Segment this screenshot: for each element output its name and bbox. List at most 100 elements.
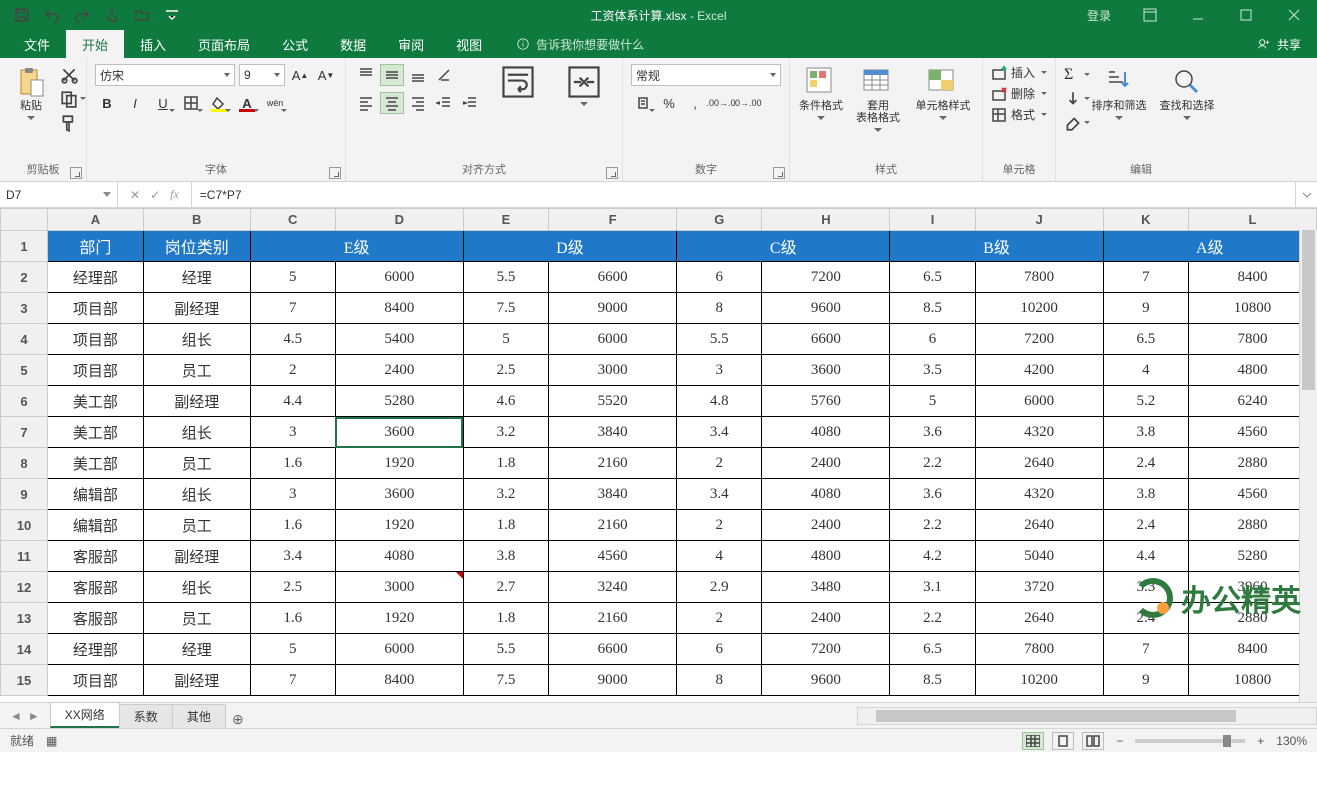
tab-view[interactable]: 视图 (440, 30, 498, 58)
cell-D12[interactable]: 3000 (335, 572, 463, 603)
cell-G13[interactable]: 2 (677, 603, 762, 634)
fill-icon[interactable] (1064, 90, 1082, 108)
save-icon[interactable] (14, 7, 30, 23)
cell-L3[interactable]: 10800 (1188, 293, 1316, 324)
sheet-tab-1[interactable]: XX网络 (50, 702, 120, 728)
formula-input[interactable]: =C7*P7 (192, 182, 1295, 207)
row-head-13[interactable]: 13 (1, 603, 48, 634)
cell-I11[interactable]: 4.2 (890, 541, 975, 572)
phonetic-button[interactable]: wén (263, 92, 287, 114)
font-dialog-launcher[interactable] (329, 167, 341, 179)
cell-J3[interactable]: 10200 (975, 293, 1103, 324)
cell-C9[interactable]: 3 (250, 479, 335, 510)
cell-A3[interactable]: 项目部 (47, 293, 143, 324)
cell-C4[interactable]: 4.5 (250, 324, 335, 355)
cell-F4[interactable]: 6000 (549, 324, 677, 355)
tab-file[interactable]: 文件 (8, 30, 66, 58)
cell-K3[interactable]: 9 (1103, 293, 1188, 324)
col-head-G[interactable]: G (677, 209, 762, 231)
row-head-2[interactable]: 2 (1, 262, 48, 293)
cell-K10[interactable]: 2.4 (1103, 510, 1188, 541)
cell-A14[interactable]: 经理部 (47, 634, 143, 665)
cell-F2[interactable]: 6600 (549, 262, 677, 293)
cell-G3[interactable]: 8 (677, 293, 762, 324)
cell-D14[interactable]: 6000 (335, 634, 463, 665)
cell-B14[interactable]: 经理 (143, 634, 250, 665)
cell-A7[interactable]: 美工部 (47, 417, 143, 448)
cell-I9[interactable]: 3.6 (890, 479, 975, 510)
format-as-table-button[interactable]: 套用 表格格式 (850, 62, 906, 132)
col-head-C[interactable]: C (250, 209, 335, 231)
cell-G8[interactable]: 2 (677, 448, 762, 479)
page-break-view-icon[interactable] (1082, 732, 1104, 750)
cell-I14[interactable]: 6.5 (890, 634, 975, 665)
cell-F15[interactable]: 9000 (549, 665, 677, 696)
cell-D9[interactable]: 3600 (335, 479, 463, 510)
format-cells-button[interactable]: 格式 (991, 106, 1047, 123)
cell-K4[interactable]: 6.5 (1103, 324, 1188, 355)
tab-insert[interactable]: 插入 (124, 30, 182, 58)
cell-I12[interactable]: 3.1 (890, 572, 975, 603)
align-right-icon[interactable] (406, 92, 430, 114)
align-left-icon[interactable] (354, 92, 378, 114)
cell-E3[interactable]: 7.5 (463, 293, 548, 324)
cell-I5[interactable]: 3.5 (890, 355, 975, 386)
tell-me-input[interactable]: 告诉我你想要做什么 (516, 30, 644, 58)
vertical-scrollbar[interactable] (1299, 230, 1317, 702)
cell-F10[interactable]: 2160 (549, 510, 677, 541)
cell-I6[interactable]: 5 (890, 386, 975, 417)
italic-button[interactable]: I (123, 92, 147, 114)
cell-F3[interactable]: 9000 (549, 293, 677, 324)
tab-home[interactable]: 开始 (66, 30, 124, 58)
cell-D15[interactable]: 8400 (335, 665, 463, 696)
cell-D5[interactable]: 2400 (335, 355, 463, 386)
cell-C14[interactable]: 5 (250, 634, 335, 665)
cell-C5[interactable]: 2 (250, 355, 335, 386)
cell-I7[interactable]: 3.6 (890, 417, 975, 448)
cell-D13[interactable]: 1920 (335, 603, 463, 634)
row-head-10[interactable]: 10 (1, 510, 48, 541)
name-box[interactable]: D7 (0, 182, 118, 207)
cell-G12[interactable]: 2.9 (677, 572, 762, 603)
cell-G14[interactable]: 6 (677, 634, 762, 665)
cell-L7[interactable]: 4560 (1188, 417, 1316, 448)
cell-H15[interactable]: 9600 (762, 665, 890, 696)
cell-H11[interactable]: 4800 (762, 541, 890, 572)
cell-E2[interactable]: 5.5 (463, 262, 548, 293)
redo-icon[interactable] (74, 7, 90, 23)
cell-E7[interactable]: 3.2 (463, 417, 548, 448)
cell-I3[interactable]: 8.5 (890, 293, 975, 324)
cell-F6[interactable]: 5520 (549, 386, 677, 417)
cell-B6[interactable]: 副经理 (143, 386, 250, 417)
cell-G4[interactable]: 5.5 (677, 324, 762, 355)
cell-I8[interactable]: 2.2 (890, 448, 975, 479)
header-cell[interactable]: A级 (1103, 231, 1316, 262)
cell-B4[interactable]: 组长 (143, 324, 250, 355)
cell-B2[interactable]: 经理 (143, 262, 250, 293)
cell-L10[interactable]: 2880 (1188, 510, 1316, 541)
cell-J9[interactable]: 4320 (975, 479, 1103, 510)
cell-H10[interactable]: 2400 (762, 510, 890, 541)
cell-C10[interactable]: 1.6 (250, 510, 335, 541)
cell-C11[interactable]: 3.4 (250, 541, 335, 572)
header-cell[interactable]: D级 (463, 231, 676, 262)
cell-L15[interactable]: 10800 (1188, 665, 1316, 696)
cell-D8[interactable]: 1920 (335, 448, 463, 479)
col-head-F[interactable]: F (549, 209, 677, 231)
cell-B3[interactable]: 副经理 (143, 293, 250, 324)
cell-J6[interactable]: 6000 (975, 386, 1103, 417)
row-head-15[interactable]: 15 (1, 665, 48, 696)
tab-page-layout[interactable]: 页面布局 (182, 30, 266, 58)
cell-B5[interactable]: 员工 (143, 355, 250, 386)
cell-B11[interactable]: 副经理 (143, 541, 250, 572)
cell-A11[interactable]: 客服部 (47, 541, 143, 572)
cell-J12[interactable]: 3720 (975, 572, 1103, 603)
bold-button[interactable]: B (95, 92, 119, 114)
conditional-formatting-button[interactable]: 条件格式 (798, 62, 844, 120)
login-link[interactable]: 登录 (1073, 7, 1125, 24)
increase-indent-icon[interactable] (458, 92, 482, 114)
sheet-nav[interactable]: ◄► (0, 709, 50, 723)
cell-A4[interactable]: 项目部 (47, 324, 143, 355)
cell-F14[interactable]: 6600 (549, 634, 677, 665)
cell-E12[interactable]: 2.7 (463, 572, 548, 603)
